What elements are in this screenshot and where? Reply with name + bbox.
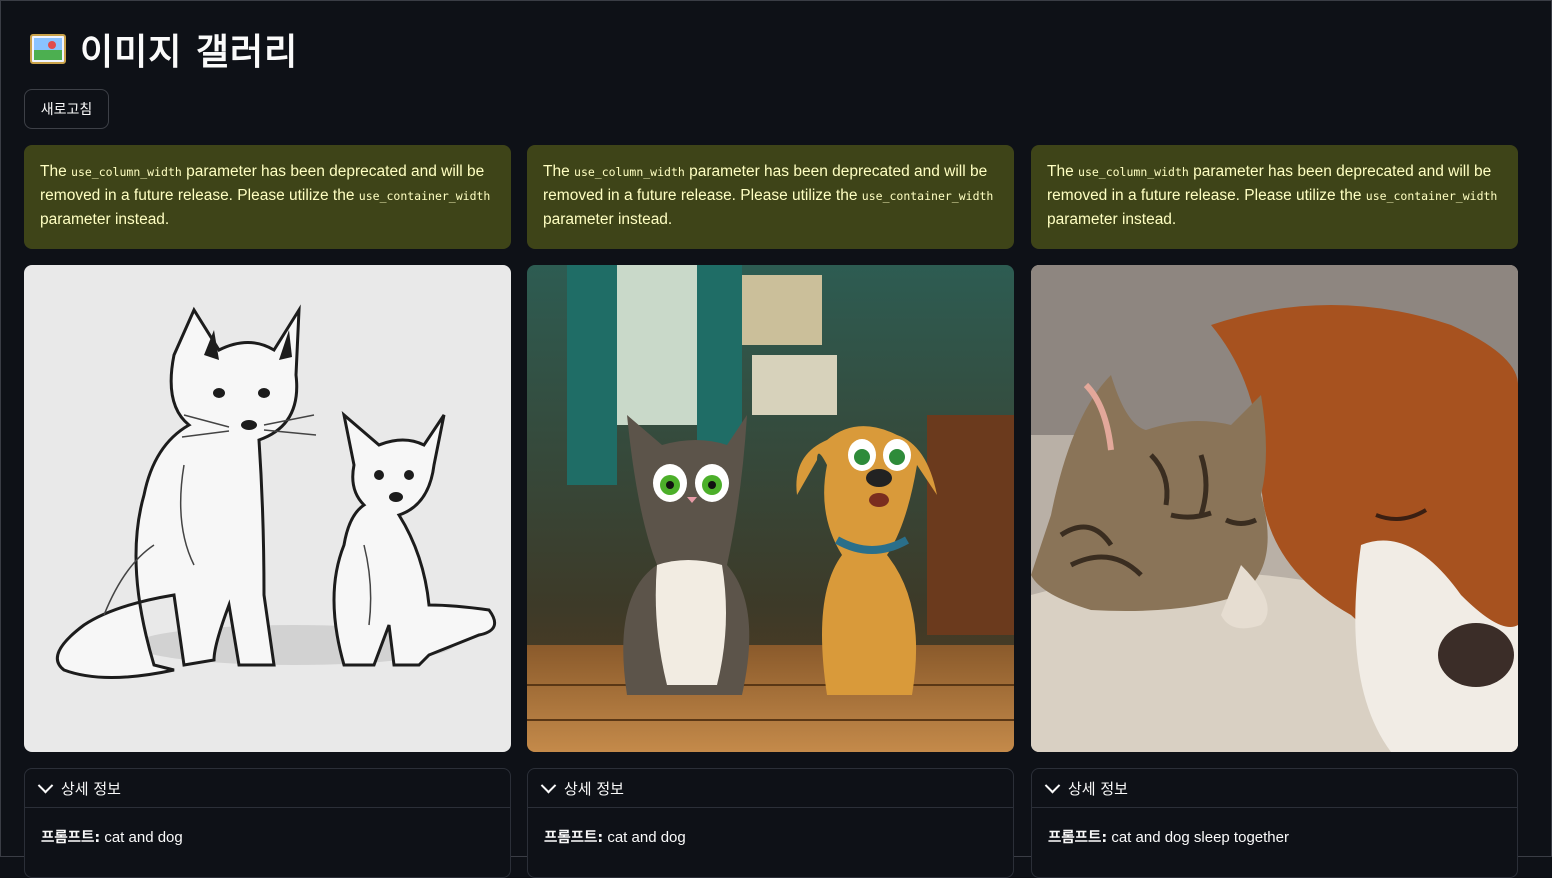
gallery-image-sketch-cat-and-dog[interactable]	[24, 265, 511, 752]
expander-label: 상세 정보	[564, 779, 624, 798]
expander-label: 상세 정보	[1068, 779, 1128, 798]
prompt-label: 프롬프트:	[41, 830, 101, 846]
param-code: use_container_width	[1365, 189, 1498, 203]
expander-header[interactable]: 상세 정보	[25, 769, 510, 808]
chevron-down-icon	[37, 777, 54, 793]
expander-label: 상세 정보	[61, 779, 121, 798]
prompt-text: 프롬프트: cat and dog	[528, 808, 1013, 847]
prompt-value: cat and dog sleep together	[1107, 829, 1289, 846]
gallery-image-cartoon-cat-and-dog[interactable]	[527, 265, 1014, 752]
prompt-label: 프롬프트:	[1048, 830, 1108, 846]
param-code: use_column_width	[71, 165, 182, 179]
param-code: use_container_width	[358, 189, 491, 203]
cartoon-cat-and-dog-image	[527, 265, 1014, 752]
details-expander[interactable]: 상세 정보 프롬프트: cat and dog sleep together	[1031, 768, 1518, 878]
refresh-button[interactable]: 새로고침	[24, 89, 109, 129]
prompt-value: cat and dog	[603, 829, 686, 846]
sketch-cat-and-dog-image	[24, 265, 511, 752]
chevron-down-icon	[1044, 777, 1061, 793]
deprecation-warning: The use_column_width parameter has been …	[527, 145, 1014, 249]
prompt-text: 프롬프트: cat and dog sleep together	[1032, 808, 1517, 847]
param-code: use_column_width	[574, 165, 685, 179]
sleeping-cat-and-dog-image	[1031, 265, 1518, 752]
deprecation-warning: The use_column_width parameter has been …	[24, 145, 511, 249]
prompt-label: 프롬프트:	[544, 830, 604, 846]
param-code: use_column_width	[1078, 165, 1189, 179]
expander-header[interactable]: 상세 정보	[1032, 769, 1517, 808]
page-title-text: 이미지 갤러리	[80, 32, 299, 73]
prompt-value: cat and dog	[100, 829, 183, 846]
chevron-down-icon	[540, 777, 557, 793]
param-code: use_container_width	[861, 189, 994, 203]
expander-header[interactable]: 상세 정보	[528, 769, 1013, 808]
gallery-image-sleeping-cat-and-dog[interactable]	[1031, 265, 1518, 752]
prompt-text: 프롬프트: cat and dog	[25, 808, 510, 847]
framed-picture-icon	[30, 34, 66, 64]
details-expander[interactable]: 상세 정보 프롬프트: cat and dog	[24, 768, 511, 878]
details-expander[interactable]: 상세 정보 프롬프트: cat and dog	[527, 768, 1014, 878]
page-title: 이미지 갤러리	[30, 26, 299, 73]
deprecation-warning: The use_column_width parameter has been …	[1031, 145, 1518, 249]
